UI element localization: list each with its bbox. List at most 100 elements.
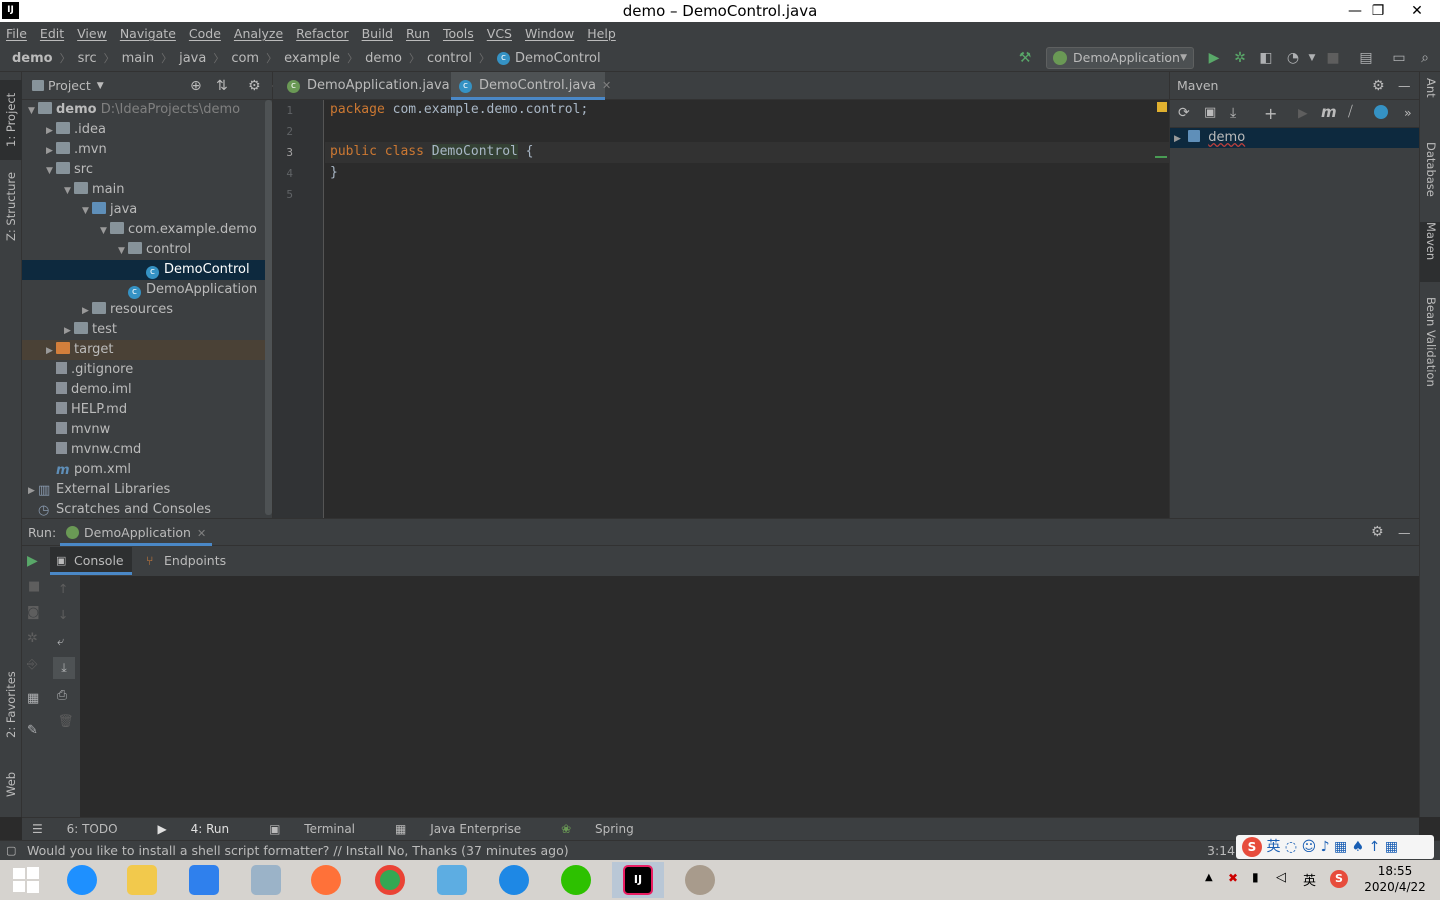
layout-icon[interactable]: ▦ [27,691,39,706]
tree-item-src[interactable]: ▼ src [22,160,265,180]
tab-demoapplication[interactable]: c DemoApplication.java [279,72,450,100]
todo-tool-button[interactable]: ☰ 6: TODO [32,822,138,836]
chevron-right-icon[interactable]: ▶ [1174,129,1184,149]
offline-icon[interactable] [1374,105,1388,119]
maven-goal-icon[interactable]: m [1321,103,1337,121]
structure-tool-tab[interactable]: Z: Structure [0,167,22,247]
status-message[interactable]: Would you like to install a shell script… [27,841,569,860]
menu-analyze[interactable]: Analyze [234,26,283,41]
tree-item-target[interactable]: ▶ target [22,340,265,360]
breadcrumb-item[interactable]: DemoControl [515,51,601,66]
stop-icon[interactable]: ■ [1324,49,1342,67]
presentation-icon[interactable]: ▭ [1390,49,1408,67]
firefox-taskbar-icon[interactable] [300,862,352,898]
tree-item-demo-iml[interactable]: demo.iml [22,380,265,400]
menu-vcs[interactable]: VCS [487,26,512,41]
tree-item-mvnw[interactable]: mvnw [22,420,265,440]
clock[interactable]: 18:55 2020/4/22 [1360,863,1430,895]
menu-refactor[interactable]: Refactor [296,26,348,41]
breadcrumb-item[interactable]: src [78,51,97,66]
chevron-right-icon[interactable]: ▶ [46,141,56,161]
reload-icon[interactable]: ⟳ [1178,105,1190,121]
gear-icon[interactable]: ⚙ [248,78,261,94]
chevron-right-icon[interactable]: ▶ [64,321,74,341]
skip-tests-icon[interactable]: ⧸ [1348,104,1353,120]
caret-position[interactable]: 3:14 [1207,841,1235,860]
chrome-taskbar-icon[interactable] [364,862,416,898]
menu-view[interactable]: View [77,26,107,41]
gear-icon[interactable]: ⚙ [1372,72,1385,100]
ime-indicator[interactable]: 英 [1303,870,1316,889]
exit-icon[interactable]: ⎆ [27,657,37,672]
tray-expand-icon[interactable]: ▲ [1205,872,1213,883]
tree-item-demo[interactable]: ▼ demo D:\IdeaProjects\demo [22,100,265,120]
ant-tool-tab[interactable]: Ant [1420,78,1440,118]
chevron-down-icon[interactable]: ▼ [64,181,74,201]
maven-tool-tab[interactable]: Maven [1420,222,1440,282]
notes-taskbar-icon[interactable] [426,862,478,898]
wechat-taskbar-icon[interactable] [550,862,602,898]
settings-icon[interactable]: ✲ [27,631,38,646]
close-tab-icon[interactable]: ✕ [197,527,206,540]
stop-icon[interactable]: ■ [28,579,40,594]
favorites-tool-tab[interactable]: 2: Favorites [0,662,22,747]
pin-icon[interactable]: ✎ [27,723,38,738]
ie-taskbar-icon[interactable] [56,862,108,898]
tree-item-com-example-demo[interactable]: ▼ com.example.demo [22,220,265,240]
photo-taskbar-icon[interactable] [674,862,726,898]
search-icon[interactable]: ⌕ [1416,49,1434,67]
add-icon[interactable]: + [1264,104,1277,123]
spring-tool-button[interactable]: ❀ Spring [561,822,654,836]
java-enterprise-tool-button[interactable]: ▦ Java Enterprise [395,822,541,836]
wifi-icon[interactable]: ▮ [1252,870,1259,884]
chevron-down-icon[interactable]: ▼ [100,221,110,241]
chevron-down-icon[interactable]: ▼ [82,201,92,221]
tree-item-democontrol[interactable]: c DemoControl [22,260,265,280]
breadcrumb-item[interactable]: demo [365,51,402,66]
rerun-icon[interactable]: ▶ [27,553,38,569]
hide-icon[interactable]: — [1398,72,1411,100]
code-line-3[interactable]: public class DemoControl { [330,144,534,159]
tree-item-test[interactable]: ▶ test [22,320,265,340]
code-line-1[interactable]: package com.example.demo.control; [330,102,588,117]
camera-icon[interactable]: ◙ [27,605,40,620]
tree-item-pom-xml[interactable]: m pom.xml [22,460,265,480]
project-structure-icon[interactable]: ▤ [1357,49,1375,67]
status-toggle-icon[interactable]: ▢ [6,841,16,860]
profile-icon[interactable]: ◔ [1284,49,1302,67]
network-icon[interactable]: ✖ [1228,871,1238,885]
explorer-taskbar-icon[interactable] [116,862,168,898]
run-icon[interactable]: ▶ [1298,105,1308,120]
project-scrollbar[interactable] [265,100,272,515]
menu-edit[interactable]: Edit [40,26,64,41]
web-tool-tab[interactable]: Web [0,762,22,807]
arrow-up-icon[interactable]: ↑ [58,581,68,596]
intellij-taskbar-icon[interactable]: IJ [612,862,664,898]
terminal-tool-button[interactable]: ▣ Terminal [269,822,375,836]
tree-item--idea[interactable]: ▶ .idea [22,120,265,140]
start-button[interactable] [0,862,52,898]
tree-item-mvnw-cmd[interactable]: mvnw.cmd [22,440,265,460]
locate-icon[interactable]: ⊕ [190,78,202,94]
endpoints-tab[interactable]: ⑂ Endpoints [138,547,234,575]
project-tool-tab[interactable]: 1: Project [0,80,22,160]
collapse-all-icon[interactable]: ⇅ [216,78,228,94]
build-hammer-icon[interactable]: ⚒ [1016,49,1034,67]
run-icon[interactable]: ▶ [1205,49,1223,67]
volume-icon[interactable]: ◁ [1276,870,1286,885]
hide-icon[interactable]: — [1398,519,1411,546]
soft-wrap-icon[interactable]: ⤶ [57,633,64,649]
console-tab[interactable]: ▣ Console [50,547,132,575]
inspection-warning-icon[interactable] [1157,102,1167,112]
tree-item-java[interactable]: ▼ java [22,200,265,220]
tab-democontrol[interactable]: c DemoControl.java ✕ [451,72,611,100]
menu-build[interactable]: Build [362,26,393,41]
menu-file[interactable]: File [6,26,27,41]
coverage-icon[interactable]: ◧ [1257,49,1275,67]
breadcrumb-item[interactable]: main [122,51,154,66]
tree-item-demoapplication[interactable]: c DemoApplication [22,280,265,300]
gear-icon[interactable]: ⚙ [1371,519,1384,546]
chevron-right-icon[interactable]: ▶ [82,301,92,321]
chevron-down-icon[interactable]: ▼ [46,161,56,181]
monitor-taskbar-icon[interactable] [240,862,292,898]
